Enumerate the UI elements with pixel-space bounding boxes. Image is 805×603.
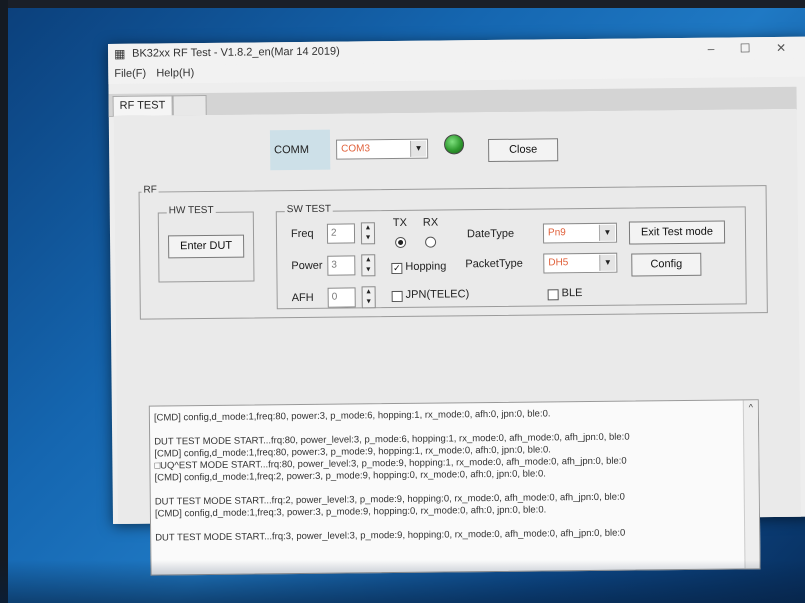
window-title: BK32xx RF Test - V1.8.2_en(Mar 14 2019) [132,45,340,60]
datetype-select[interactable]: Pn9 ▼ [542,222,618,244]
freq-label: Freq [290,227,314,241]
rx-radio[interactable] [425,236,437,248]
hopping-label: Hopping [405,260,447,273]
jpn-label: JPN(TELEC) [405,288,470,301]
afh-field[interactable]: 0 [327,287,356,308]
freq-spinner[interactable]: ▲ ▼ [360,222,376,245]
packettype-select[interactable]: DH5 ▼ [543,252,618,274]
chevron-down-icon: ▼ [599,254,616,271]
rx-label: RX [422,216,439,229]
afh-label: AFH [291,291,314,305]
app-window: ▦ BK32xx RF Test - V1.8.2_en(Mar 14 2019… [108,36,805,576]
log-lines: [CMD] config,d_mode:1,freq:80, power:3, … [150,400,759,544]
exit-test-mode-button[interactable]: Exit Test mode [628,220,726,245]
minimize-button[interactable]: – [698,40,724,58]
enter-dut-button[interactable]: Enter DUT [168,234,245,259]
desktop-shadow [0,560,805,603]
tab-empty[interactable] [172,94,207,116]
log-scrollbar[interactable]: ^ [742,400,760,569]
close-port-button[interactable]: Close [488,138,559,163]
sw-test-title: SW TEST [284,203,334,216]
rf-group-title: RF [141,184,159,196]
monitor-bezel-top [0,0,805,8]
maximize-button[interactable]: ☐ [732,39,758,57]
jpn-checkbox[interactable] [391,290,403,303]
hw-test-group: HW TEST Enter DUT [157,204,255,283]
comm-label: COMM [274,143,310,157]
freq-field[interactable]: 2 [326,223,356,244]
chevron-down-icon: ▼ [598,224,616,241]
afh-spinner[interactable]: ▲ ▼ [361,286,376,309]
tx-radio[interactable] [395,236,407,249]
app-icon: ▦ [114,46,126,61]
sw-test-group: SW TEST Freq 2 ▲ ▼ Power 3 ▲ ▼ AFH 0 ▲ ▼ TX… [275,203,747,310]
connection-status-led [443,134,465,155]
packettype-label: PacketType [465,257,523,271]
packettype-value: DH5 [548,257,569,269]
close-window-button[interactable]: ✕ [768,39,794,57]
ble-label: BLE [561,287,583,300]
rf-group: RF HW TEST Enter DUT SW TEST Freq 2 ▲ ▼ P… [138,184,768,320]
chevron-down-icon: ▼ [410,140,427,157]
tx-label: TX [392,216,408,230]
menu-file[interactable]: File(F) [114,68,146,80]
comm-label-box: COMM [269,129,331,171]
tab-rf-test[interactable]: RF TEST [112,95,173,116]
datetype-label: DateType [466,227,515,241]
comm-port-value: COM3 [341,143,371,155]
comm-port-select[interactable]: COM3 ▼ [336,138,429,160]
power-label: Power [291,259,323,273]
hw-test-title: HW TEST [166,204,216,217]
datetype-value: Pn9 [547,227,566,239]
monitor-bezel-left [0,0,8,603]
rf-test-panel: COMM COM3 ▼ Close RF HW TEST Enter DUT S… [113,108,801,576]
scroll-up-icon[interactable]: ^ [744,402,758,412]
hopping-checkbox[interactable]: ✓ [391,262,403,275]
ble-checkbox[interactable] [547,289,559,301]
power-spinner[interactable]: ▲ ▼ [361,254,376,277]
power-field[interactable]: 3 [327,255,356,276]
menu-help[interactable]: Help(H) [156,67,194,79]
config-button[interactable]: Config [631,252,702,277]
log-output[interactable]: [CMD] config,d_mode:1,freq:80, power:3, … [148,399,761,576]
